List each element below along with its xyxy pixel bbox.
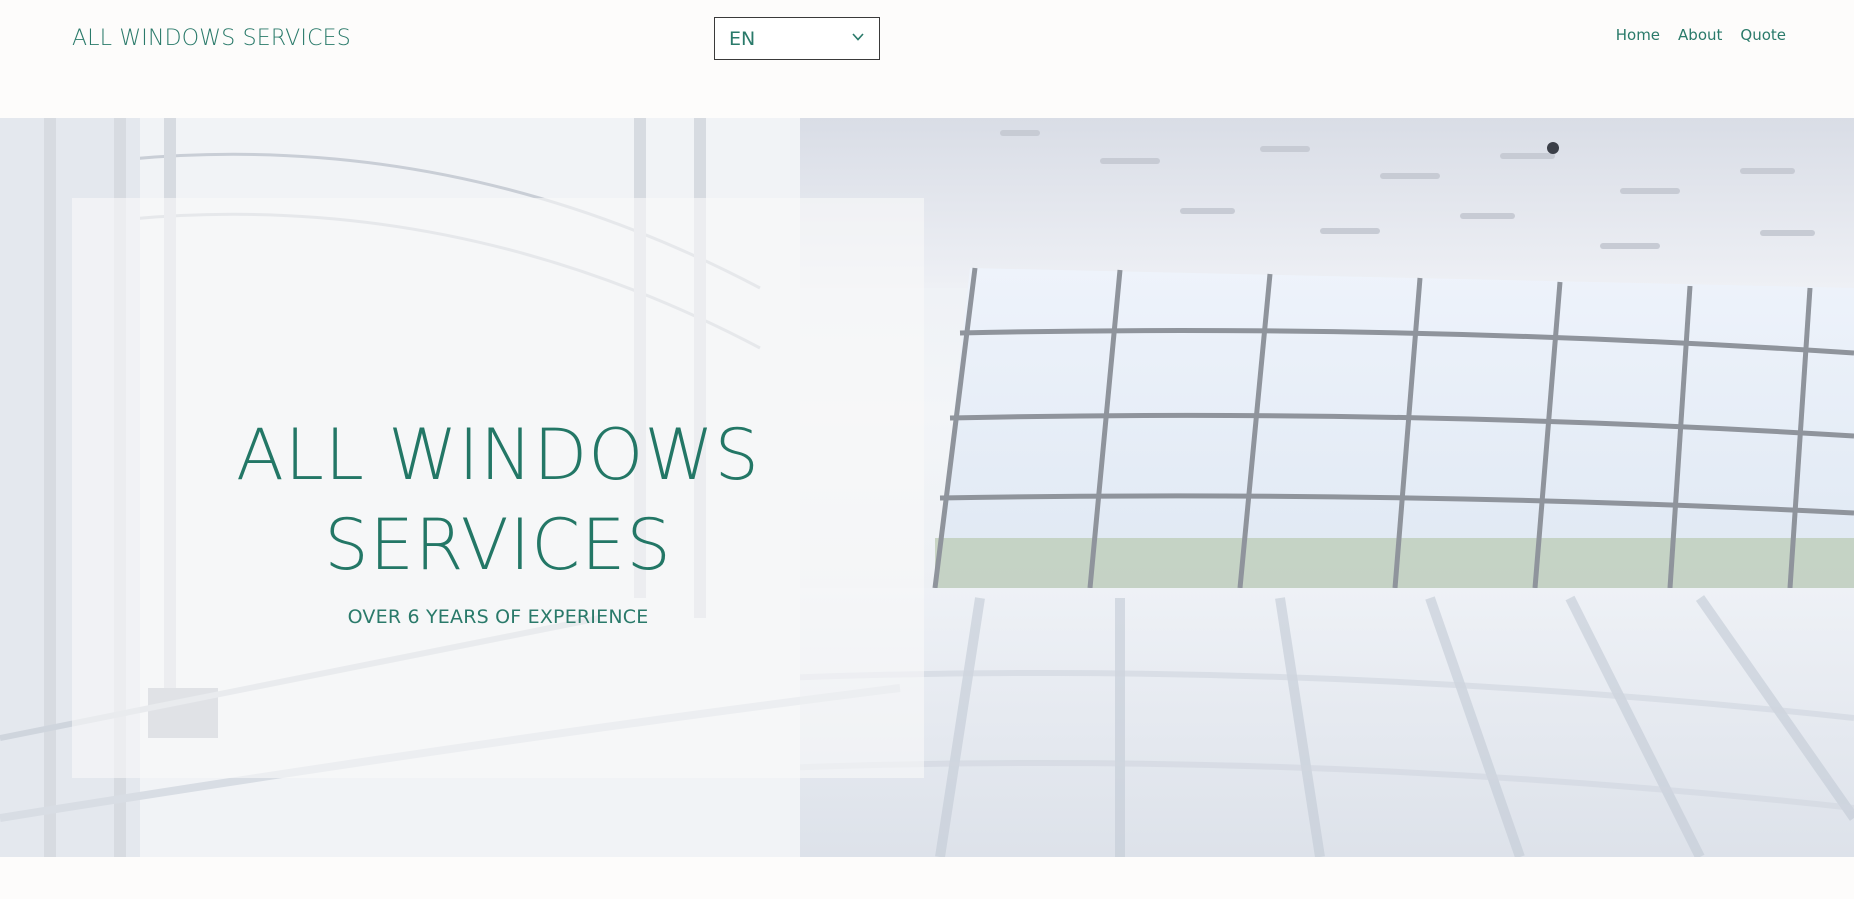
nav-quote-link[interactable]: Quote (1740, 26, 1786, 44)
language-selector[interactable]: EN (714, 17, 880, 60)
language-selected-value: EN (729, 28, 756, 50)
chevron-down-icon (852, 33, 864, 41)
nav-about-link[interactable]: About (1678, 26, 1722, 44)
hero-text-panel: ALL WINDOWS SERVICES OVER 6 YEARS OF EXP… (72, 198, 924, 778)
hero-title-line-2: SERVICES (324, 504, 672, 586)
hero-title-line-1: ALL WINDOWS (235, 414, 760, 496)
hero-section: ALL WINDOWS SERVICES OVER 6 YEARS OF EXP… (0, 118, 1854, 857)
page-bottom-strip (0, 857, 1854, 899)
nav-home-link[interactable]: Home (1616, 26, 1660, 44)
hero-title: ALL WINDOWS SERVICES (72, 410, 924, 590)
site-header: ALL WINDOWS SERVICES EN Home About Quote (0, 0, 1854, 118)
main-nav: Home About Quote (1616, 26, 1786, 44)
site-logo-text[interactable]: ALL WINDOWS SERVICES (72, 26, 351, 51)
hero-subtitle: OVER 6 YEARS OF EXPERIENCE (347, 606, 649, 628)
